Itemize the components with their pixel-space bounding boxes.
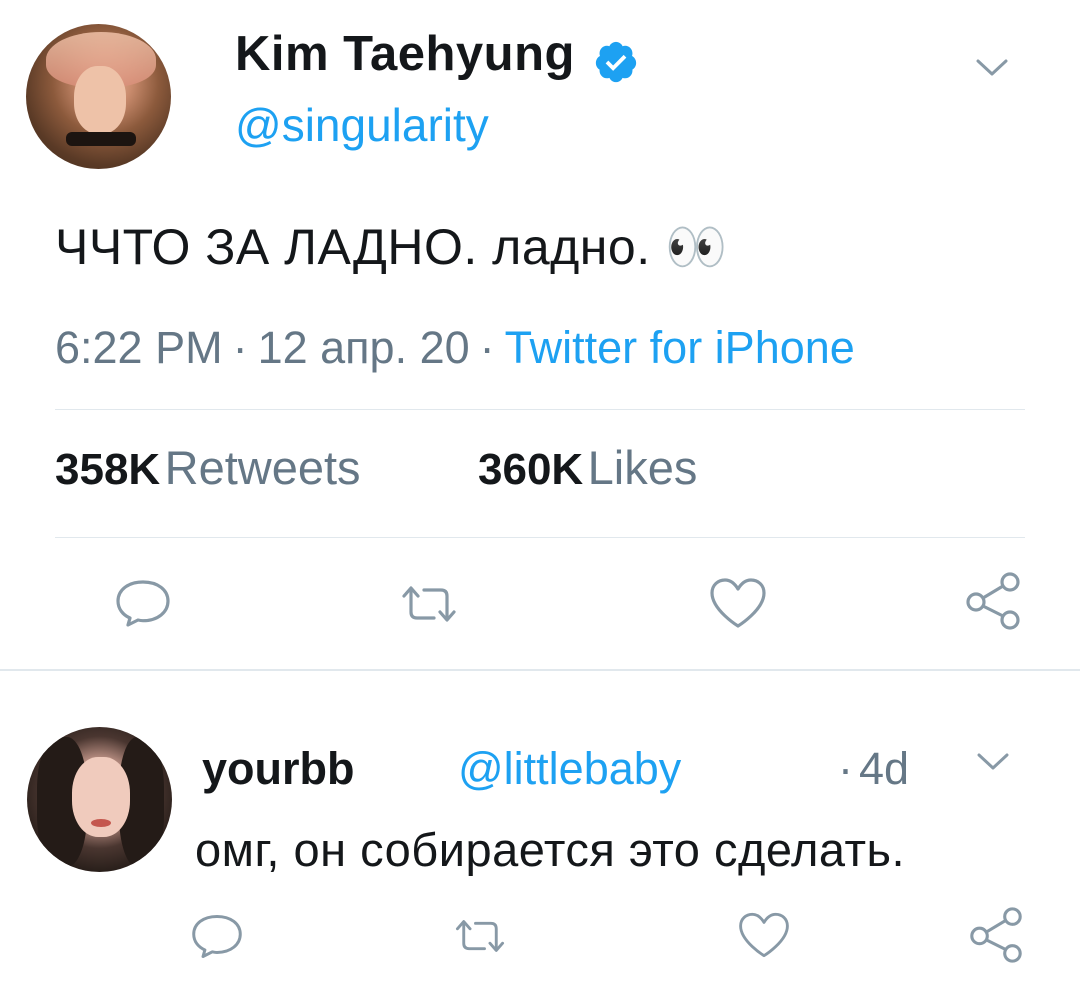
tweet-date: 12 апр. 20 bbox=[257, 322, 470, 373]
author-handle[interactable]: @singularity bbox=[235, 99, 489, 151]
share-icon[interactable] bbox=[962, 570, 1024, 632]
reply-time-value: 4d bbox=[859, 743, 910, 794]
retweets-label: Retweets bbox=[164, 441, 361, 494]
divider bbox=[55, 537, 1025, 538]
reply-reply-icon[interactable] bbox=[190, 912, 244, 960]
likes-stat[interactable]: 360K Likes bbox=[478, 440, 697, 495]
reply-retweet-icon[interactable] bbox=[452, 916, 508, 956]
reply-timestamp[interactable]: · 4d bbox=[838, 743, 909, 795]
author-name-row[interactable]: Kim Taehyung bbox=[235, 26, 639, 89]
meta-separator: · bbox=[232, 322, 248, 373]
tweet-time: 6:22 PM bbox=[55, 322, 223, 373]
reply-like-icon[interactable] bbox=[737, 910, 791, 960]
author-avatar[interactable] bbox=[26, 24, 171, 169]
reply-author-name[interactable]: yourbb bbox=[202, 743, 355, 795]
tweet-source-link[interactable]: Twitter for iPhone bbox=[505, 322, 855, 373]
reply-text: омг, он собирается это сделать. bbox=[195, 823, 906, 876]
meta-separator: · bbox=[479, 322, 495, 373]
reply-author-avatar[interactable] bbox=[27, 727, 172, 872]
tweet-text: ЧЧТО ЗА ЛАДНО. ладно. 👀 bbox=[55, 219, 728, 275]
verified-icon bbox=[596, 41, 637, 82]
reply-author-handle[interactable]: @littlebaby bbox=[458, 743, 681, 795]
likes-label: Likes bbox=[587, 441, 698, 494]
likes-count: 360K bbox=[478, 445, 584, 494]
retweets-stat[interactable]: 358K Retweets bbox=[55, 440, 361, 495]
chevron-down-icon[interactable] bbox=[975, 58, 1009, 78]
reply-chevron-down-icon[interactable] bbox=[976, 752, 1010, 772]
tweet-meta: 6:22 PM · 12 апр. 20 · Twitter for iPhone bbox=[55, 322, 855, 374]
reply-icon[interactable] bbox=[114, 578, 172, 628]
author-name[interactable]: Kim Taehyung bbox=[235, 27, 575, 81]
like-icon[interactable] bbox=[708, 576, 768, 630]
retweets-count: 358K bbox=[55, 445, 161, 494]
reply-share-icon[interactable] bbox=[966, 905, 1026, 965]
reply-time-separator: · bbox=[838, 743, 853, 794]
tweet-separator bbox=[0, 669, 1080, 671]
author-handle-row[interactable]: @singularity bbox=[235, 98, 489, 152]
retweet-icon[interactable] bbox=[398, 582, 460, 626]
divider bbox=[55, 409, 1025, 410]
